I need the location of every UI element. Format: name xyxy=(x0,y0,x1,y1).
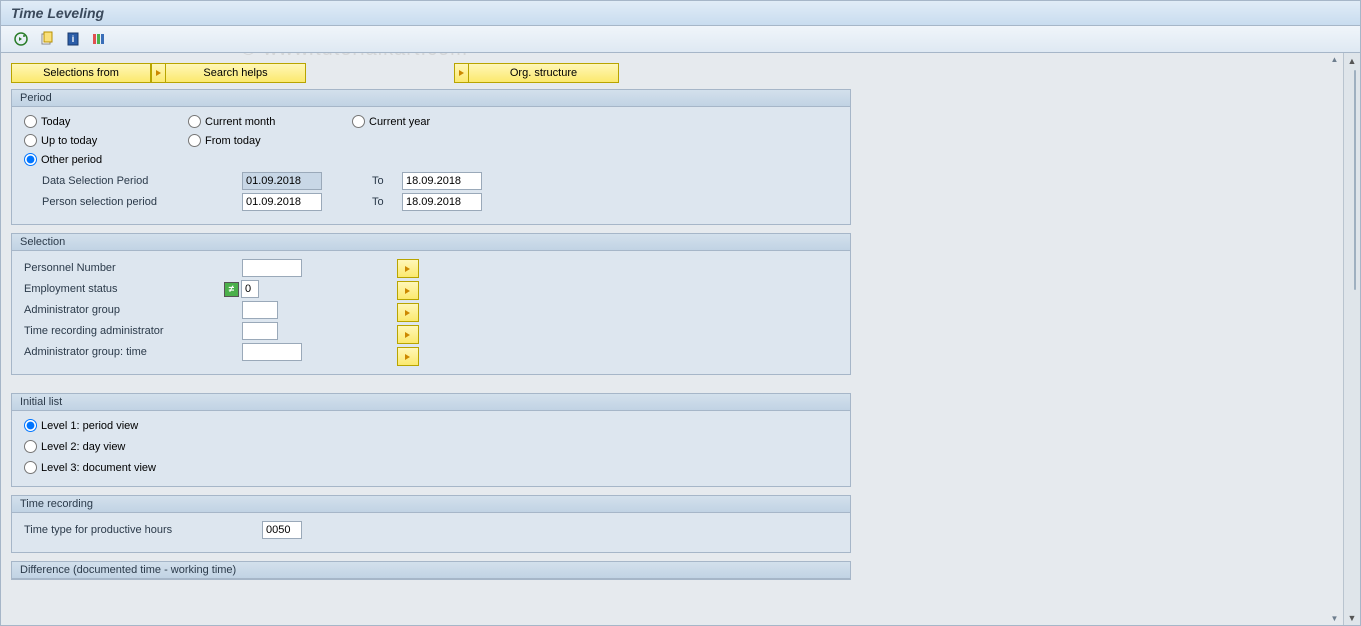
radio-current-year[interactable]: Current year xyxy=(352,115,430,128)
radio-from-today-input[interactable] xyxy=(188,134,201,147)
scrollbar-down-icon[interactable]: ▼ xyxy=(1345,610,1360,625)
personnel-number-label: Personnel Number xyxy=(24,262,242,274)
arrow-right-icon xyxy=(403,264,413,274)
multi-select-personnel-number[interactable] xyxy=(397,259,419,278)
scroll-up-icon[interactable]: ▲ xyxy=(1331,55,1339,64)
radio-from-today-label: From today xyxy=(205,135,261,147)
radio-today-label: Today xyxy=(41,116,70,128)
radio-level3-label: Level 3: document view xyxy=(41,462,156,474)
time-type-input[interactable] xyxy=(262,521,302,539)
person-selection-label: Person selection period xyxy=(42,196,242,208)
radio-level1[interactable]: Level 1: period view xyxy=(24,419,842,432)
svg-text:i: i xyxy=(72,34,75,44)
org-structure-arrow[interactable] xyxy=(454,63,469,83)
admin-group-label: Administrator group xyxy=(24,304,242,316)
inner-scroll-indicators: ▲ ▼ xyxy=(1326,53,1343,625)
arrow-right-icon xyxy=(403,308,413,318)
variant-icon[interactable] xyxy=(37,29,57,49)
radio-level1-input[interactable] xyxy=(24,419,37,432)
data-selection-to-input[interactable] xyxy=(402,172,482,190)
employment-status-label: Employment status xyxy=(24,283,224,295)
initial-list-title: Initial list xyxy=(12,394,850,411)
radio-level2-label: Level 2: day view xyxy=(41,441,125,453)
multi-select-admin-group-time[interactable] xyxy=(397,347,419,366)
content: Selections from Search helps Org. struct… xyxy=(1,53,1325,625)
data-selection-from-input[interactable] xyxy=(242,172,322,190)
scrollbar-up-icon[interactable]: ▲ xyxy=(1345,53,1360,68)
data-selection-label: Data Selection Period xyxy=(42,175,242,187)
person-selection-to-input[interactable] xyxy=(402,193,482,211)
radio-up-to-today[interactable]: Up to today xyxy=(24,134,154,147)
radio-level3[interactable]: Level 3: document view xyxy=(24,461,842,474)
arrow-right-icon xyxy=(457,68,467,78)
search-helps-button[interactable]: Search helps xyxy=(166,63,306,83)
time-type-label: Time type for productive hours xyxy=(24,524,262,536)
radio-other-period[interactable]: Other period xyxy=(24,153,842,166)
selections-from-button[interactable]: Selections from xyxy=(11,63,151,83)
scroll-down-icon[interactable]: ▼ xyxy=(1331,614,1339,623)
org-structure-label: Org. structure xyxy=(473,67,614,79)
radio-current-month-input[interactable] xyxy=(188,115,201,128)
arrow-right-icon xyxy=(154,68,164,78)
toolbar: i xyxy=(1,26,1360,53)
radio-from-today[interactable]: From today xyxy=(188,134,261,147)
search-helps-label: Search helps xyxy=(170,67,301,79)
period-title: Period xyxy=(12,90,850,107)
bars-icon[interactable] xyxy=(89,29,109,49)
execute-icon[interactable] xyxy=(11,29,31,49)
radio-current-month[interactable]: Current month xyxy=(188,115,318,128)
not-equal-icon[interactable]: ≠ xyxy=(224,282,239,297)
difference-title: Difference (documented time - working ti… xyxy=(12,562,850,579)
radio-up-to-today-input[interactable] xyxy=(24,134,37,147)
arrow-right-icon xyxy=(403,330,413,340)
person-selection-from-input[interactable] xyxy=(242,193,322,211)
org-structure-button[interactable]: Org. structure xyxy=(469,63,619,83)
radio-other-period-input[interactable] xyxy=(24,153,37,166)
time-rec-admin-input[interactable] xyxy=(242,322,278,340)
arrow-right-icon xyxy=(403,286,413,296)
radio-today[interactable]: Today xyxy=(24,115,154,128)
action-row: Selections from Search helps Org. struct… xyxy=(11,63,1325,83)
radio-current-month-label: Current month xyxy=(205,116,275,128)
time-recording-group: Time recording Time type for productive … xyxy=(11,495,851,553)
radio-other-period-label: Other period xyxy=(41,154,102,166)
selections-from-arrow[interactable] xyxy=(151,63,166,83)
title-bar: Time Leveling xyxy=(1,1,1360,26)
employment-status-input[interactable] xyxy=(241,280,259,298)
radio-level1-label: Level 1: period view xyxy=(41,420,138,432)
time-rec-admin-label: Time recording administrator xyxy=(24,325,242,337)
initial-list-group: Initial list Level 1: period view Level … xyxy=(11,393,851,487)
radio-today-input[interactable] xyxy=(24,115,37,128)
radio-level3-input[interactable] xyxy=(24,461,37,474)
radio-level2-input[interactable] xyxy=(24,440,37,453)
info-icon[interactable]: i xyxy=(63,29,83,49)
arrow-right-icon xyxy=(403,352,413,362)
admin-group-input[interactable] xyxy=(242,301,278,319)
multi-select-time-rec-admin[interactable] xyxy=(397,325,419,344)
selection-group: Selection Personnel Number Employment st… xyxy=(11,233,851,375)
scrollbar[interactable]: ▲ ▼ xyxy=(1343,53,1360,625)
selection-title: Selection xyxy=(12,234,850,251)
admin-group-time-label: Administrator group: time xyxy=(24,346,242,358)
radio-current-year-label: Current year xyxy=(369,116,430,128)
radio-current-year-input[interactable] xyxy=(352,115,365,128)
radio-level2[interactable]: Level 2: day view xyxy=(24,440,842,453)
difference-group: Difference (documented time - working ti… xyxy=(11,561,851,580)
period-group: Period Today Current month C xyxy=(11,89,851,225)
admin-group-time-input[interactable] xyxy=(242,343,302,361)
personnel-number-input[interactable] xyxy=(242,259,302,277)
scrollbar-thumb[interactable] xyxy=(1354,70,1356,290)
multi-select-admin-group[interactable] xyxy=(397,303,419,322)
selections-from-label: Selections from xyxy=(16,67,146,79)
multi-select-employment-status[interactable] xyxy=(397,281,419,300)
page-title: Time Leveling xyxy=(11,5,104,21)
radio-up-to-today-label: Up to today xyxy=(41,135,97,147)
main-area: © www.tutorialkart.com Selections from S… xyxy=(1,53,1360,625)
to-label-1: To xyxy=(372,175,402,187)
app-window: Time Leveling i © www.tutorialkart.com S… xyxy=(0,0,1361,626)
to-label-2: To xyxy=(372,196,402,208)
time-recording-title: Time recording xyxy=(12,496,850,513)
selection-arrows-column xyxy=(397,259,419,369)
